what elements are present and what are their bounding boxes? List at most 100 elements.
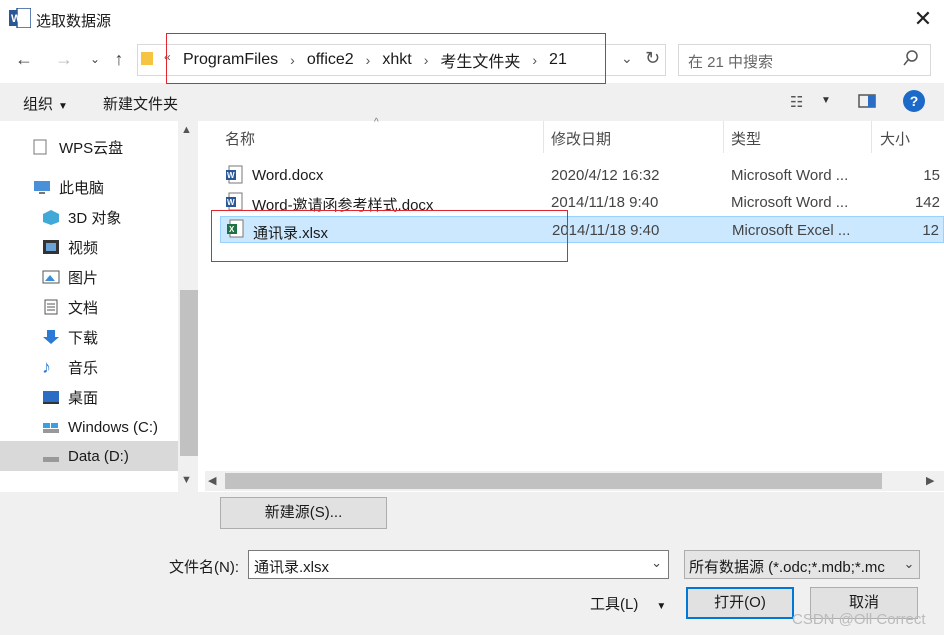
sidebar-item-label: 视频 — [68, 239, 99, 257]
sidebar-item-label: Data (D:) — [68, 447, 129, 465]
file-size: 15 — [923, 167, 940, 184]
file-type: Microsoft Word ... — [731, 194, 849, 211]
search-placeholder: 在 21 中搜索 — [688, 54, 774, 71]
column-divider[interactable] — [871, 121, 872, 153]
scroll-down-icon[interactable]: ▼ — [181, 474, 192, 486]
preview-pane-icon[interactable] — [858, 93, 876, 113]
breadcrumb-item[interactable]: xhkt — [382, 51, 411, 69]
file-type: Microsoft Excel ... — [732, 222, 851, 239]
new-folder-button[interactable]: 新建文件夹 — [103, 93, 178, 114]
sidebar-item-label: WPS云盘 — [59, 139, 124, 157]
breadcrumb-item[interactable]: 考生文件夹 — [440, 48, 520, 72]
chevron-right-icon[interactable]: › — [532, 52, 537, 68]
picture-icon — [42, 269, 60, 285]
scroll-right-icon[interactable]: ▶ — [926, 474, 934, 487]
file-name: Word-邀请函参考样式.docx — [252, 197, 434, 214]
watermark: CSDN @Oll Correct — [792, 611, 926, 628]
search-icon[interactable] — [903, 50, 919, 70]
breadcrumb-item[interactable]: office2 — [307, 51, 354, 69]
organize-label: 组织 — [23, 96, 54, 113]
drive-icon — [42, 448, 60, 464]
breadcrumb: ProgramFiles › office2 › xhkt › 考生文件夹 › … — [183, 49, 567, 71]
svg-text:W: W — [11, 13, 22, 25]
caret-down-icon: ▼ — [656, 601, 667, 612]
filename-value: 通讯录.xlsx — [254, 559, 330, 576]
filetype-select[interactable]: 所有数据源 (*.odc;*.mdb;*.mc ⌄ — [684, 550, 920, 579]
video-icon — [42, 239, 60, 255]
svg-text:W: W — [227, 171, 235, 180]
breadcrumb-overflow[interactable]: « — [164, 50, 171, 64]
file-row-selected[interactable]: X 通讯录.xlsx 2014/11/18 9:40 Microsoft Exc… — [220, 216, 944, 243]
cube-icon — [42, 209, 60, 225]
file-type: Microsoft Word ... — [731, 167, 849, 184]
file-size: 12 — [922, 222, 939, 239]
new-source-button[interactable]: 新建源(S)... — [220, 497, 387, 529]
windows-drive-icon — [42, 419, 60, 435]
tools-label: 工具(L) — [590, 596, 639, 613]
view-options-icon[interactable]: ☷ — [790, 93, 803, 111]
up-arrow-icon[interactable]: ↑ — [106, 46, 132, 72]
computer-icon — [33, 179, 51, 195]
file-modified: 2020/4/12 16:32 — [551, 167, 660, 184]
sidebar-item-label: 下载 — [68, 329, 99, 347]
column-name[interactable]: 名称 — [225, 128, 255, 149]
svg-text:X: X — [229, 225, 235, 234]
chevron-right-icon[interactable]: › — [424, 52, 429, 68]
file-size: 142 — [914, 194, 940, 211]
breadcrumb-item[interactable]: 21 — [549, 51, 567, 69]
file-modified: 2014/11/18 9:40 — [552, 222, 660, 239]
desktop-icon — [42, 389, 60, 405]
window-title: 选取数据源 — [36, 13, 112, 30]
scroll-left-icon[interactable]: ◀ — [208, 474, 216, 487]
word-file-icon: W — [226, 165, 244, 189]
sidebar-item-label: 3D 对象 — [68, 209, 122, 227]
file-name: Word.docx — [252, 167, 324, 184]
open-button[interactable]: 打开(O) — [686, 587, 794, 619]
tools-menu[interactable]: 工具(L) ▼ — [590, 593, 666, 614]
help-icon[interactable]: ? — [903, 90, 925, 112]
folder-icon — [141, 50, 153, 66]
forward-arrow-icon[interactable]: → — [51, 46, 77, 72]
filename-label: 文件名(N): — [169, 559, 239, 576]
caret-down-icon: ▼ — [58, 101, 68, 112]
excel-file-icon: X — [227, 219, 245, 243]
sidebar-item-label: 音乐 — [68, 359, 99, 377]
recent-chevron-icon[interactable]: ⌄ — [82, 46, 108, 72]
file-modified: 2014/11/18 9:40 — [551, 194, 659, 211]
word-file-icon: W — [226, 192, 244, 216]
filename-input[interactable]: 通讯录.xlsx ⌄ — [248, 550, 669, 579]
column-modified[interactable]: 修改日期 — [551, 128, 611, 149]
scrollbar-thumb[interactable] — [180, 290, 198, 456]
file-row[interactable]: W Word.docx 2020/4/12 16:32 Microsoft Wo… — [220, 162, 944, 189]
svg-text:W: W — [227, 198, 235, 207]
title-bar — [0, 0, 944, 38]
chevron-down-icon[interactable]: ⌄ — [899, 551, 919, 578]
column-size[interactable]: 大小 — [880, 128, 910, 149]
caret-down-icon[interactable]: ▼ — [821, 95, 831, 106]
sidebar-item-label: 图片 — [68, 269, 99, 287]
chevron-down-icon[interactable]: ⌄ — [651, 555, 662, 571]
chevron-right-icon[interactable]: › — [290, 52, 295, 68]
column-divider[interactable] — [723, 121, 724, 153]
cloud-doc-icon — [33, 139, 51, 155]
scroll-up-icon[interactable]: ▲ — [181, 124, 192, 136]
filetype-value: 所有数据源 (*.odc;*.mdb;*.mc — [689, 559, 885, 576]
sidebar-item-label: Windows (C:) — [68, 418, 159, 436]
scrollbar-thumb[interactable] — [225, 473, 882, 489]
address-dropdown-icon[interactable]: ⌄ — [621, 50, 633, 67]
file-name: 通讯录.xlsx — [253, 225, 329, 242]
back-arrow-icon[interactable]: ← — [11, 46, 37, 72]
sidebar-item-label: 文档 — [68, 299, 99, 317]
sidebar-item-label: 此电脑 — [59, 179, 105, 197]
music-icon: ♪ — [42, 357, 51, 377]
file-row[interactable]: W Word-邀请函参考样式.docx 2014/11/18 9:40 Micr… — [220, 189, 944, 216]
sort-up-icon: ^ — [374, 117, 379, 128]
column-type[interactable]: 类型 — [731, 128, 761, 149]
chevron-right-icon[interactable]: › — [366, 52, 371, 68]
close-icon[interactable]: ✕ — [908, 4, 938, 34]
refresh-icon[interactable]: ↻ — [645, 48, 660, 69]
organize-menu[interactable]: 组织 ▼ — [23, 93, 68, 114]
column-divider[interactable] — [543, 121, 544, 153]
breadcrumb-item[interactable]: ProgramFiles — [183, 51, 278, 69]
document-icon — [42, 299, 60, 315]
